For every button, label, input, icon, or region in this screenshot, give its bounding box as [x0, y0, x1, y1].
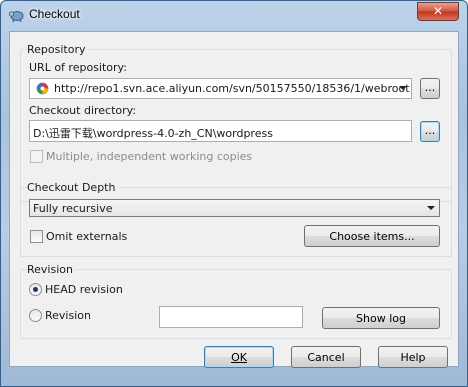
- revision-group-label: Revision: [27, 263, 76, 276]
- title-bar[interactable]: Checkout ✕: [1, 1, 467, 29]
- close-button[interactable]: ✕: [417, 2, 459, 21]
- chevron-down-icon[interactable]: [399, 86, 407, 90]
- help-button[interactable]: Help: [378, 346, 448, 368]
- svn-repo-icon: [36, 82, 49, 95]
- checkout-dir-value: D:\迅雷下载\wordpress-4.0-zh_CN\wordpress: [33, 127, 273, 140]
- depth-select[interactable]: Fully recursive: [29, 199, 440, 217]
- window-title: Checkout: [29, 7, 80, 21]
- depth-selected: Fully recursive: [33, 202, 113, 215]
- url-value: http://repo1.svn.ace.aliyun.com/svn/5015…: [54, 82, 410, 95]
- show-log-button[interactable]: Show log: [322, 307, 440, 329]
- dialog-body: Repository URL of repository: http://rep…: [9, 31, 459, 367]
- url-label: URL of repository:: [29, 61, 127, 74]
- tortoise-svn-icon: [8, 11, 24, 23]
- choose-items-button[interactable]: Choose items...: [304, 225, 440, 247]
- ok-button[interactable]: OK: [204, 346, 274, 368]
- repository-group-label: Repository: [27, 43, 89, 56]
- revision-input[interactable]: [159, 306, 303, 328]
- omit-externals-label: Omit externals: [46, 230, 128, 243]
- close-icon: ✕: [432, 4, 444, 18]
- cancel-button[interactable]: Cancel: [291, 346, 361, 368]
- multiple-copies-label: Multiple, independent working copies: [46, 150, 253, 163]
- url-browse-button[interactable]: ...: [420, 78, 440, 99]
- omit-externals-checkbox[interactable]: [30, 230, 43, 243]
- head-revision-label: HEAD revision: [45, 283, 123, 296]
- checkout-dialog: Checkout ✕ Repository URL of repository:…: [0, 0, 468, 387]
- checkout-dir-label: Checkout directory:: [29, 104, 137, 117]
- checkout-dir-input[interactable]: D:\迅雷下载\wordpress-4.0-zh_CN\wordpress: [29, 120, 412, 142]
- dir-browse-button[interactable]: ...: [420, 121, 440, 142]
- revision-label: Revision: [45, 309, 91, 322]
- head-revision-radio[interactable]: [29, 283, 42, 296]
- url-combobox[interactable]: http://repo1.svn.ace.aliyun.com/svn/5015…: [29, 78, 412, 99]
- multiple-copies-checkbox[interactable]: [30, 150, 43, 163]
- chevron-down-icon[interactable]: [427, 206, 435, 210]
- checkout-depth-label: Checkout Depth: [27, 181, 119, 194]
- revision-radio[interactable]: [29, 309, 42, 322]
